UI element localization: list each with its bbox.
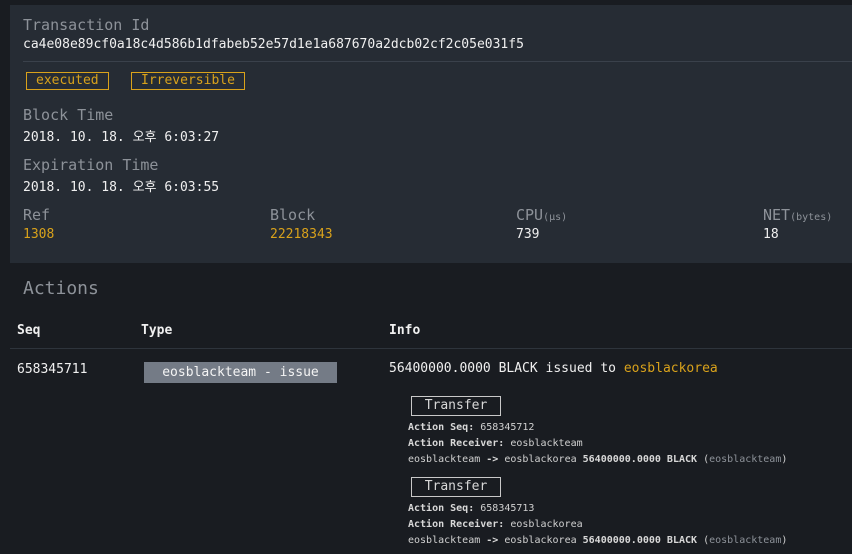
- transfer-button[interactable]: Transfer: [411, 396, 501, 416]
- transaction-id-label: Transaction Id: [23, 16, 150, 34]
- trace-seq-line: Action Seq: 658345713: [408, 503, 535, 514]
- expiration-time-label: Expiration Time: [23, 156, 159, 174]
- trace-receiver-line: Action Receiver: eosblackteam: [408, 438, 583, 449]
- account-link[interactable]: eosblackorea: [624, 361, 718, 376]
- net-unit: (bytes): [790, 212, 833, 223]
- cpu-value: 739: [516, 227, 540, 242]
- cpu-unit: (μs): [543, 212, 568, 223]
- net-label: NET(bytes): [763, 206, 833, 224]
- ref-value[interactable]: 1308: [23, 227, 54, 242]
- action-seq: 658345711: [17, 362, 88, 377]
- trace-transfer-line: eosblackteam -> eosblackorea 56400000.00…: [408, 454, 788, 465]
- header-divider: [23, 61, 852, 62]
- table-divider: [10, 348, 852, 349]
- block-time-label: Block Time: [23, 106, 114, 124]
- block-value-link[interactable]: 22218343: [270, 227, 333, 242]
- trace-transfer-line: eosblackteam -> eosblackorea 56400000.00…: [408, 535, 788, 546]
- action-info: 56400000.0000 BLACK issued to eosblackor…: [389, 361, 718, 376]
- column-header-seq: Seq: [17, 323, 41, 338]
- action-type-badge: eosblackteam - issue: [144, 362, 337, 383]
- status-badge-irreversible: Irreversible: [131, 72, 245, 90]
- column-header-info: Info: [389, 323, 421, 338]
- net-value: 18: [763, 227, 779, 242]
- trace-seq-line: Action Seq: 658345712: [408, 422, 535, 433]
- ref-label: Ref: [23, 206, 51, 224]
- transaction-id-value: ca4e08e89cf0a18c4d586b1dfabeb52e57d1e1a6…: [23, 37, 524, 52]
- status-badge-executed: executed: [26, 72, 109, 90]
- cpu-label: CPU(μs): [516, 206, 568, 224]
- actions-title: Actions: [23, 278, 99, 299]
- block-time-value: 2018. 10. 18. 오후 6:03:27: [23, 130, 220, 145]
- block-label: Block: [270, 206, 316, 224]
- transfer-button[interactable]: Transfer: [411, 477, 501, 497]
- column-header-type: Type: [141, 323, 173, 338]
- trace-receiver-line: Action Receiver: eosblackorea: [408, 519, 583, 530]
- transaction-card: Transaction Id ca4e08e89cf0a18c4d586b1df…: [10, 5, 852, 263]
- expiration-time-value: 2018. 10. 18. 오후 6:03:55: [23, 180, 220, 195]
